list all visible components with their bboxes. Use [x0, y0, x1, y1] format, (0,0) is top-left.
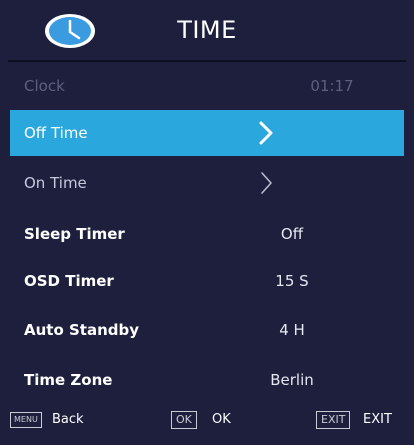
auto-standby-value[interactable]: 4 H: [232, 307, 352, 353]
sleep-timer-value[interactable]: Off: [232, 211, 352, 257]
menu-item-osd-timer[interactable]: OSD Timer 15 S: [10, 258, 404, 304]
menu-item-label: On Time: [24, 174, 87, 192]
menu-item-label: Off Time: [24, 124, 88, 142]
menu-item-label: Time Zone: [24, 371, 113, 389]
menu-key-badge: MENU: [10, 412, 42, 428]
ok-hint: OK: [212, 412, 231, 427]
menu-header: TIME: [0, 0, 414, 60]
exit-hint: EXIT: [363, 412, 392, 427]
menu-item-off-time[interactable]: Off Time: [10, 110, 404, 156]
menu-item-label: Clock: [24, 77, 65, 95]
time-zone-value[interactable]: Berlin: [232, 357, 352, 403]
menu-item-label: OSD Timer: [24, 272, 114, 290]
clock-value: 01:17: [310, 77, 354, 95]
menu-item-time-zone[interactable]: Time Zone Berlin: [10, 357, 404, 403]
menu-item-sleep-timer[interactable]: Sleep Timer Off: [10, 211, 404, 257]
time-menu-panel: TIME Clock 01:17 Off Time On Time Sleep …: [0, 0, 414, 445]
menu-item-clock: Clock 01:17: [10, 63, 404, 109]
menu-item-on-time[interactable]: On Time: [10, 160, 404, 206]
chevron-right-icon[interactable]: [258, 120, 274, 146]
osd-timer-value[interactable]: 15 S: [232, 258, 352, 304]
page-title: TIME: [177, 16, 237, 44]
key-hint-bar: MENU Back OK OK EXIT EXIT: [0, 406, 414, 438]
header-divider: [8, 60, 406, 62]
back-hint: Back: [52, 412, 84, 427]
chevron-right-icon[interactable]: [258, 170, 274, 196]
menu-item-label: Sleep Timer: [24, 225, 125, 243]
menu-item-auto-standby[interactable]: Auto Standby 4 H: [10, 307, 404, 353]
menu-item-label: Auto Standby: [24, 321, 140, 339]
ok-key-badge: OK: [171, 411, 197, 429]
exit-key-badge: EXIT: [316, 411, 351, 429]
